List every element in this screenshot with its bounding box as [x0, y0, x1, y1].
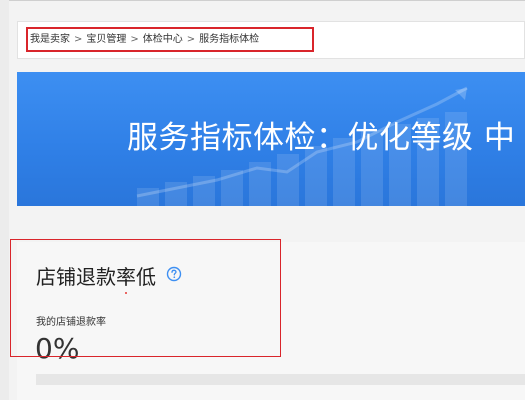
refund-rate-progress-bar [36, 374, 525, 385]
banner-title: 服务指标体检：优化等级 中 [127, 120, 516, 156]
metric-value: 0% [35, 332, 80, 365]
breadcrumb: 我是卖家 > 宝贝管理 > 体检中心 > 服务指标体检 [30, 33, 259, 47]
cursor-dot [125, 292, 127, 294]
breadcrumb-separator: > [74, 34, 83, 45]
left-edge-panel [0, 0, 9, 400]
breadcrumb-item-checkup-center[interactable]: 体检中心 [143, 34, 183, 45]
metric-label: 我的店铺退款率 [36, 317, 106, 328]
page: 我是卖家 > 宝贝管理 > 体检中心 > 服务指标体检 服务指标体检：优化等级 中 [0, 0, 525, 400]
breadcrumb-separator: > [130, 34, 139, 45]
breadcrumb-item-item-management[interactable]: 宝贝管理 [86, 34, 126, 45]
breadcrumb-item-service-checkup: 服务指标体检 [199, 34, 260, 45]
question-circle-icon[interactable] [166, 266, 182, 282]
banner: 服务指标体检：优化等级 中 [17, 72, 525, 206]
section-title: 店铺退款率低 [36, 265, 156, 289]
breadcrumb-separator: > [186, 34, 196, 45]
top-divider [0, 0, 525, 1]
breadcrumb-item-seller[interactable]: 我是卖家 [30, 34, 70, 45]
